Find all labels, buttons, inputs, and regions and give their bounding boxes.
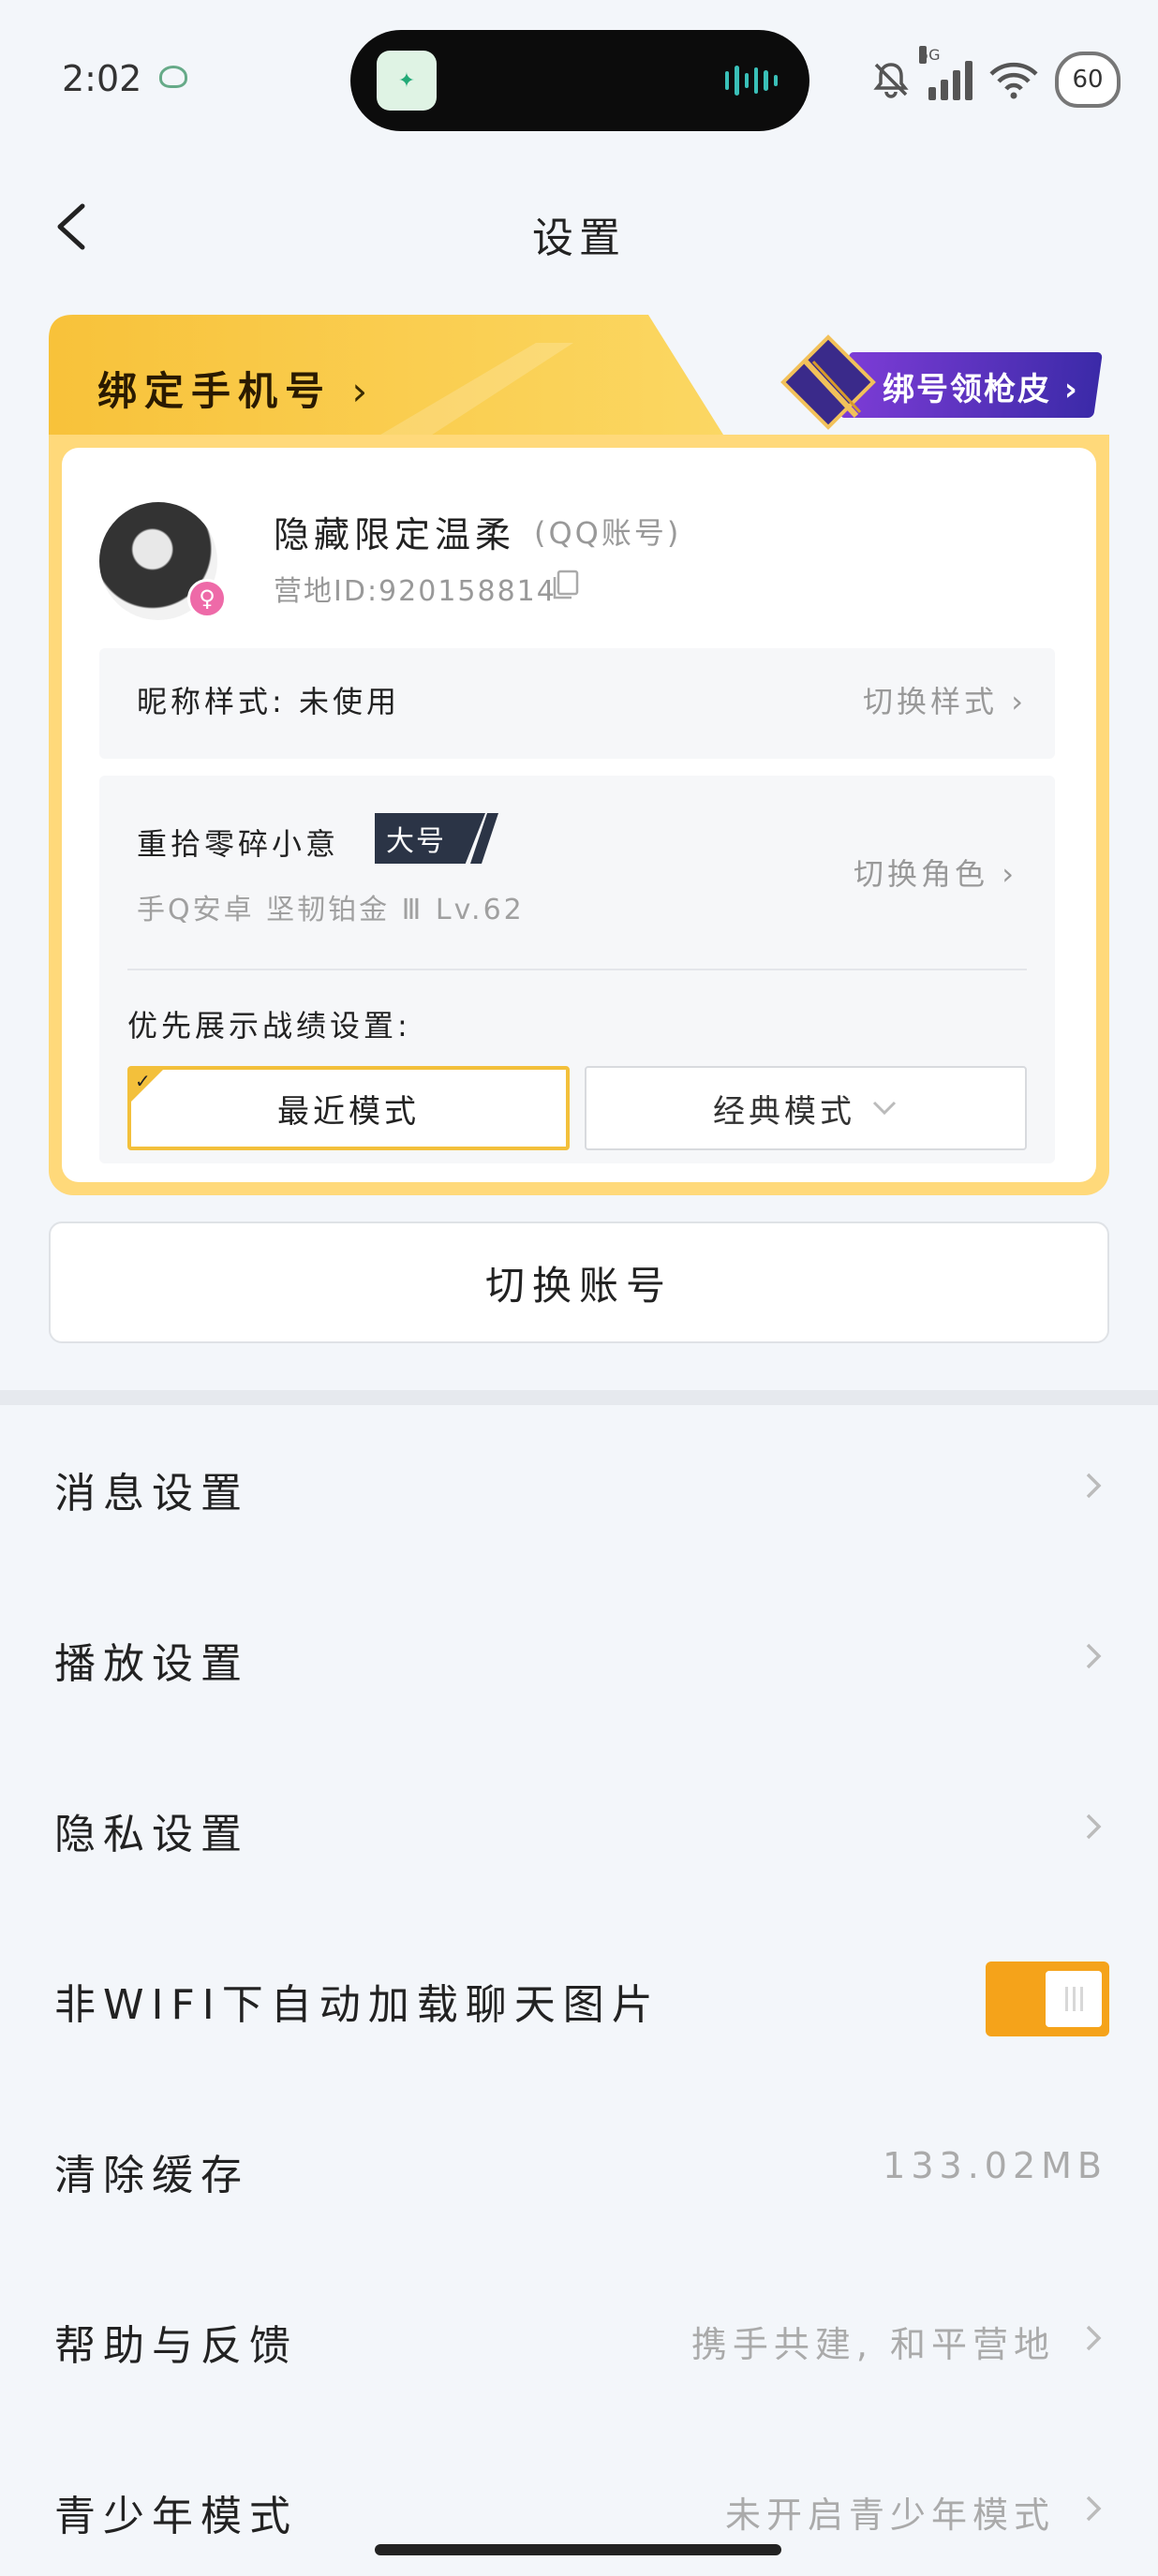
toggle-knob: [1046, 1971, 1102, 2027]
teen-mode-label: 青少年模式: [54, 2493, 298, 2540]
app-icon: ✦: [377, 51, 437, 111]
camp-id: 营地ID:920158814: [274, 575, 557, 608]
chevron-right-icon: ›: [332, 368, 376, 414]
mute-icon: [873, 63, 909, 98]
status-time: 2:02: [62, 58, 142, 99]
cellular-signal-icon: 5G: [919, 46, 972, 100]
network-type: 5G: [919, 46, 941, 64]
audio-wave-icon: [725, 64, 778, 97]
promo-label: 绑号领枪皮 ›: [883, 371, 1079, 408]
classic-mode-dropdown[interactable]: 经典模式: [585, 1066, 1027, 1150]
account-card: 绑定手机号 › 绑号领枪皮 › ♀ 隐藏限定温柔 (QQ账号) 营地ID:920…: [49, 315, 1109, 1195]
record-preference-label: 优先展示战绩设置:: [127, 1008, 411, 1044]
auto-load-images-label: 非WIFI下自动加载聊天图片: [54, 1981, 661, 2029]
help-feedback-row[interactable]: 帮助与反馈 携手共建, 和平营地: [0, 2258, 1158, 2428]
role-detail: 手Q安卓 坚韧铂金 Ⅲ Lv.62: [137, 894, 525, 926]
wifi-icon: [989, 62, 1038, 99]
main-account-badge: 大号: [375, 813, 485, 864]
home-indicator[interactable]: [375, 2544, 781, 2555]
privacy-settings-row[interactable]: 隐私设置: [0, 1746, 1158, 1917]
page-header: 设置: [0, 178, 1158, 281]
weapon-skin-emblem-icon: [780, 334, 876, 430]
chevron-down-icon: [872, 1101, 897, 1116]
recent-mode-button[interactable]: ✓ 最近模式: [127, 1066, 570, 1150]
dynamic-island[interactable]: ✦: [350, 30, 809, 131]
battery-level: 60: [1072, 66, 1104, 94]
bind-phone-label: 绑定手机号: [97, 368, 333, 414]
teen-mode-value: 未开启青少年模式: [724, 2495, 1055, 2536]
chevron-right-icon: [1086, 1643, 1102, 1669]
promo-bind-reward[interactable]: 绑号领枪皮 ›: [761, 328, 1145, 430]
help-feedback-label: 帮助与反馈: [54, 2322, 298, 2370]
recent-mode-label: 最近模式: [277, 1092, 420, 1131]
playback-settings-row[interactable]: 播放设置: [0, 1576, 1158, 1746]
chevron-right-icon: [1086, 2495, 1102, 2522]
auto-load-images-row: 非WIFI下自动加载聊天图片: [0, 1917, 1158, 2087]
cache-size: 133.02MB: [883, 2145, 1107, 2186]
clear-cache-row[interactable]: 清除缓存 133.02MB: [0, 2087, 1158, 2258]
chevron-right-icon: [1086, 1473, 1102, 1499]
message-settings-label: 消息设置: [54, 1470, 249, 1517]
female-gender-icon: ♀: [187, 579, 227, 618]
clear-cache-label: 清除缓存: [54, 2152, 249, 2199]
notification-app-icon: [159, 66, 187, 88]
role-panel: 重拾零碎小意 大号 手Q安卓 坚韧铂金 Ⅲ Lv.62 切换角色 › 优先展示战…: [99, 776, 1055, 1163]
section-divider: [0, 1390, 1158, 1405]
nickname-style-label: 昵称样式: 未使用: [137, 684, 400, 719]
switch-account-button[interactable]: 切换账号: [49, 1221, 1109, 1343]
copy-icon[interactable]: [549, 570, 581, 601]
playback-settings-label: 播放设置: [54, 1640, 249, 1688]
account-type: (QQ账号): [534, 515, 682, 551]
switch-style-link[interactable]: 切换样式 ›: [863, 678, 1027, 721]
nickname-style-row[interactable]: 昵称样式: 未使用 切换样式 ›: [99, 648, 1055, 759]
status-bar: 2:02 ✦ 5G 60: [0, 0, 1158, 159]
account-card-body: ♀ 隐藏限定温柔 (QQ账号) 营地ID:920158814 昵称样式: 未使用…: [49, 435, 1109, 1195]
privacy-settings-label: 隐私设置: [54, 1811, 249, 1858]
bind-phone-link[interactable]: 绑定手机号 ›: [97, 360, 375, 417]
auto-load-toggle[interactable]: [986, 1962, 1109, 2036]
help-feedback-value: 携手共建, 和平营地: [690, 2324, 1055, 2365]
status-icons: 5G 60: [868, 46, 1121, 112]
message-settings-row[interactable]: 消息设置: [0, 1405, 1158, 1576]
role-name: 重拾零碎小意: [137, 826, 340, 862]
username: 隐藏限定温柔: [274, 514, 516, 555]
account-card-inner: ♀ 隐藏限定温柔 (QQ账号) 营地ID:920158814 昵称样式: 未使用…: [62, 448, 1096, 1182]
battery-icon: 60: [1055, 52, 1121, 108]
chevron-right-icon: [1086, 2325, 1102, 2351]
page-title: 设置: [532, 215, 626, 262]
chevron-right-icon: [1086, 1814, 1102, 1840]
divider: [127, 969, 1027, 970]
classic-mode-label: 经典模式: [713, 1092, 855, 1131]
switch-role-link[interactable]: 切换角色 ›: [854, 851, 1017, 894]
check-icon: ✓: [135, 1070, 155, 1092]
